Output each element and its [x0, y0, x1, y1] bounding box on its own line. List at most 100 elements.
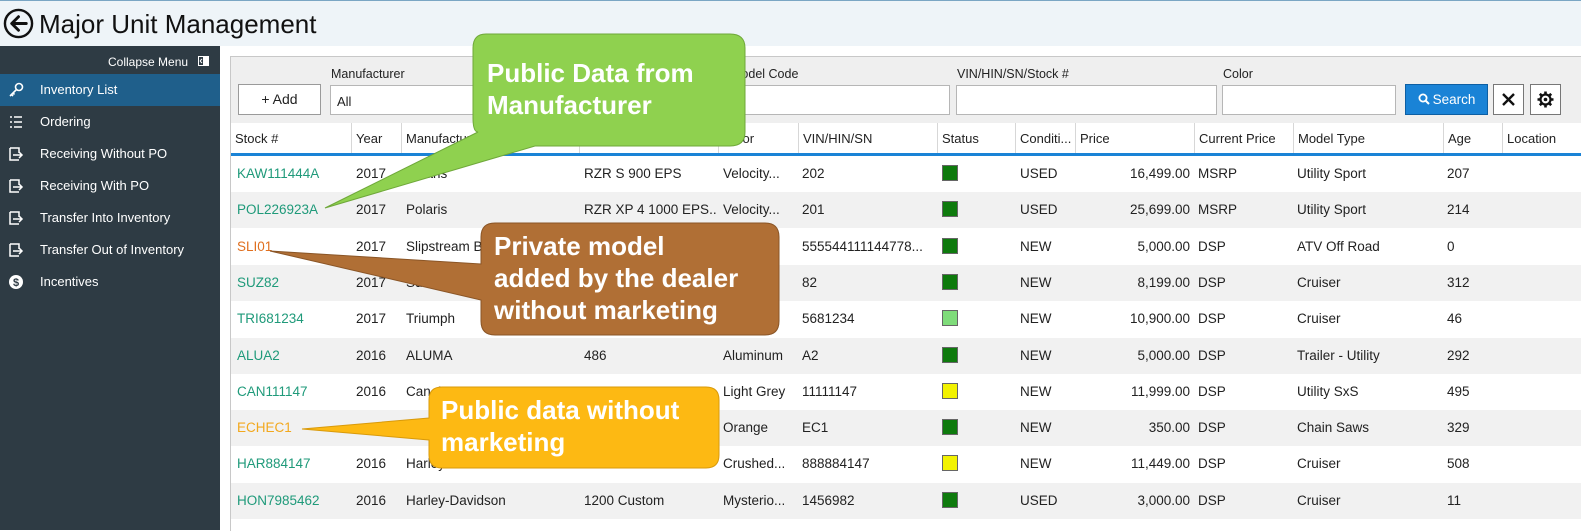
column-header-current-price[interactable]: Current Price: [1194, 123, 1293, 153]
cell-model-type: Chain Saws: [1297, 420, 1370, 436]
cell-stock[interactable]: CAN111147: [237, 384, 349, 399]
dollar-circle-icon: $: [9, 275, 23, 289]
cell-current-price: MSRP: [1198, 202, 1238, 218]
cell-condition: NEW: [1020, 420, 1052, 436]
cell-price: 5,000.00: [1137, 347, 1190, 363]
cell-model-type: Trailer - Utility: [1297, 347, 1380, 363]
cell-model-type: Cruiser: [1297, 274, 1341, 290]
collapse-menu-label[interactable]: Collapse Menu: [108, 55, 188, 69]
cell-stock[interactable]: TRI681234: [237, 311, 349, 326]
cell-condition: USED: [1020, 166, 1058, 181]
cell-model: 486: [584, 347, 607, 363]
column-header-year[interactable]: Year: [351, 123, 401, 153]
sidebar-item-transfer-out-of-inventory[interactable]: Transfer Out of Inventory: [0, 234, 220, 266]
callout-text-line: without marketing: [494, 295, 718, 325]
cell-vin: 202: [802, 166, 825, 181]
table-row[interactable]: ALUA2 2016 ALUMA 486 Aluminum A2 NEW 5,000.00 DS…: [231, 337, 1581, 374]
column-header-vin[interactable]: VIN/HIN/SN: [798, 123, 937, 153]
cell-year: 2017: [356, 202, 387, 218]
column-header-price[interactable]: Price: [1075, 123, 1194, 153]
sidebar-item-label: Transfer Out of Inventory: [40, 242, 185, 257]
cell-vin: 555544111144778...: [802, 238, 923, 254]
sidebar-item-receiving-with-po[interactable]: Receiving With PO: [0, 170, 220, 202]
cell-vin: 201: [802, 202, 825, 218]
vin-input[interactable]: [956, 85, 1217, 115]
color-label: Color: [1223, 67, 1253, 81]
cell-manufacturer: Harley-Davidson: [406, 492, 506, 508]
cell-age: 508: [1447, 456, 1470, 472]
cell-stock[interactable]: SUZ82: [237, 275, 349, 290]
cell-age: 46: [1447, 311, 1463, 327]
cell-stock[interactable]: KAW111444A: [237, 166, 349, 181]
column-header-condition[interactable]: Conditi...: [1015, 123, 1075, 153]
cell-manufacturer: Polaris: [406, 202, 448, 218]
sidebar-item-incentives[interactable]: $ Incentives: [0, 266, 220, 298]
column-header-location[interactable]: Location: [1502, 123, 1581, 153]
column-header-status[interactable]: Status: [937, 123, 1015, 153]
cell-price: 350.00: [1148, 420, 1190, 436]
cell-price: 5,000.00: [1137, 238, 1190, 254]
sidebar-item-inventory-list[interactable]: Inventory List: [0, 74, 220, 106]
column-header-age[interactable]: Age: [1443, 123, 1502, 153]
cell-model-type: Utility Sport: [1297, 166, 1367, 181]
collapse-menu-icon[interactable]: [198, 56, 209, 66]
cell-condition: NEW: [1020, 238, 1052, 254]
add-button[interactable]: + Add: [238, 84, 321, 115]
sidebar-item-ordering[interactable]: Ordering: [0, 106, 220, 138]
transfer-out-icon: [9, 243, 24, 257]
table-row[interactable]: SLI01 2017 Slipstream B 555544111144778... N…: [231, 229, 1581, 265]
sidebar-item-label: Ordering: [40, 114, 91, 129]
cell-manufacturer: ALUMA: [406, 347, 453, 363]
sidebar-item-receiving-without-po[interactable]: Receiving Without PO: [0, 138, 220, 170]
table-row[interactable]: POL226923A 2017 Polaris RZR XP 4 1000 EPS..…: [231, 192, 1581, 229]
cell-stock[interactable]: HON7985462: [237, 493, 349, 508]
callout-text-line: Public data without: [441, 395, 680, 425]
receive-icon: [9, 147, 24, 161]
cell-condition: NEW: [1020, 347, 1052, 363]
column-header-model-type[interactable]: Model Type: [1293, 123, 1443, 153]
cell-vin: EC1: [802, 420, 829, 436]
settings-button[interactable]: [1530, 84, 1561, 115]
callout-orange-shape: [301, 386, 720, 469]
cell-condition: USED: [1020, 202, 1058, 218]
model-code-input[interactable]: [729, 85, 950, 115]
clear-button[interactable]: [1493, 84, 1524, 115]
cell-vin: 888884147: [802, 456, 870, 472]
cell-age: 214: [1447, 202, 1470, 218]
callout-text-line: Private model: [494, 231, 665, 261]
main-content: + Add Manufacturer All Model Code VIN/HI…: [220, 46, 1581, 531]
cell-vin: 5681234: [802, 311, 855, 327]
callout-text-line: added by the dealer: [494, 263, 739, 293]
manufacturer-label: Manufacturer: [331, 67, 405, 81]
back-arrow-icon[interactable]: [3, 8, 34, 39]
search-button[interactable]: Search: [1405, 84, 1488, 115]
table-row[interactable]: TRI681234 2017 Triumph 5681234 NEW 10,900.00 D…: [231, 301, 1581, 337]
column-header-stock[interactable]: Stock #: [231, 123, 351, 153]
cell-year: 2016: [356, 347, 387, 363]
cell-age: 495: [1447, 383, 1470, 399]
cell-age: 329: [1447, 420, 1470, 436]
cell-color: Orange: [723, 420, 769, 436]
color-input[interactable]: [1222, 85, 1396, 115]
cell-price: 10,900.00: [1129, 311, 1190, 327]
cell-current-price: DSP: [1198, 311, 1226, 327]
status-indicator: [942, 165, 958, 181]
table-row[interactable]: HON7985462 2016 Harley-Davidson 1200 Custom…: [231, 482, 1581, 519]
cell-price: 3,000.00: [1137, 492, 1190, 508]
sidebar-item-transfer-into-inventory[interactable]: Transfer Into Inventory: [0, 202, 220, 234]
cell-year: 2016: [356, 456, 387, 472]
cell-stock[interactable]: SLI01: [237, 239, 349, 254]
sidebar-item-label: Transfer Into Inventory: [40, 210, 171, 225]
cell-current-price: DSP: [1198, 383, 1226, 399]
manufacturer-select[interactable]: All: [330, 85, 490, 115]
cell-model-type: Utility Sport: [1297, 202, 1367, 218]
cell-condition: NEW: [1020, 456, 1052, 472]
cell-stock[interactable]: HAR884147: [237, 456, 349, 471]
cell-price: 8,199.00: [1137, 274, 1190, 290]
cell-condition: NEW: [1020, 274, 1052, 290]
cell-current-price: DSP: [1198, 347, 1226, 363]
cell-stock[interactable]: ALUA2: [237, 348, 349, 363]
status-indicator: [942, 382, 958, 399]
cell-condition: NEW: [1020, 383, 1052, 399]
cell-current-price: MSRP: [1198, 166, 1238, 181]
